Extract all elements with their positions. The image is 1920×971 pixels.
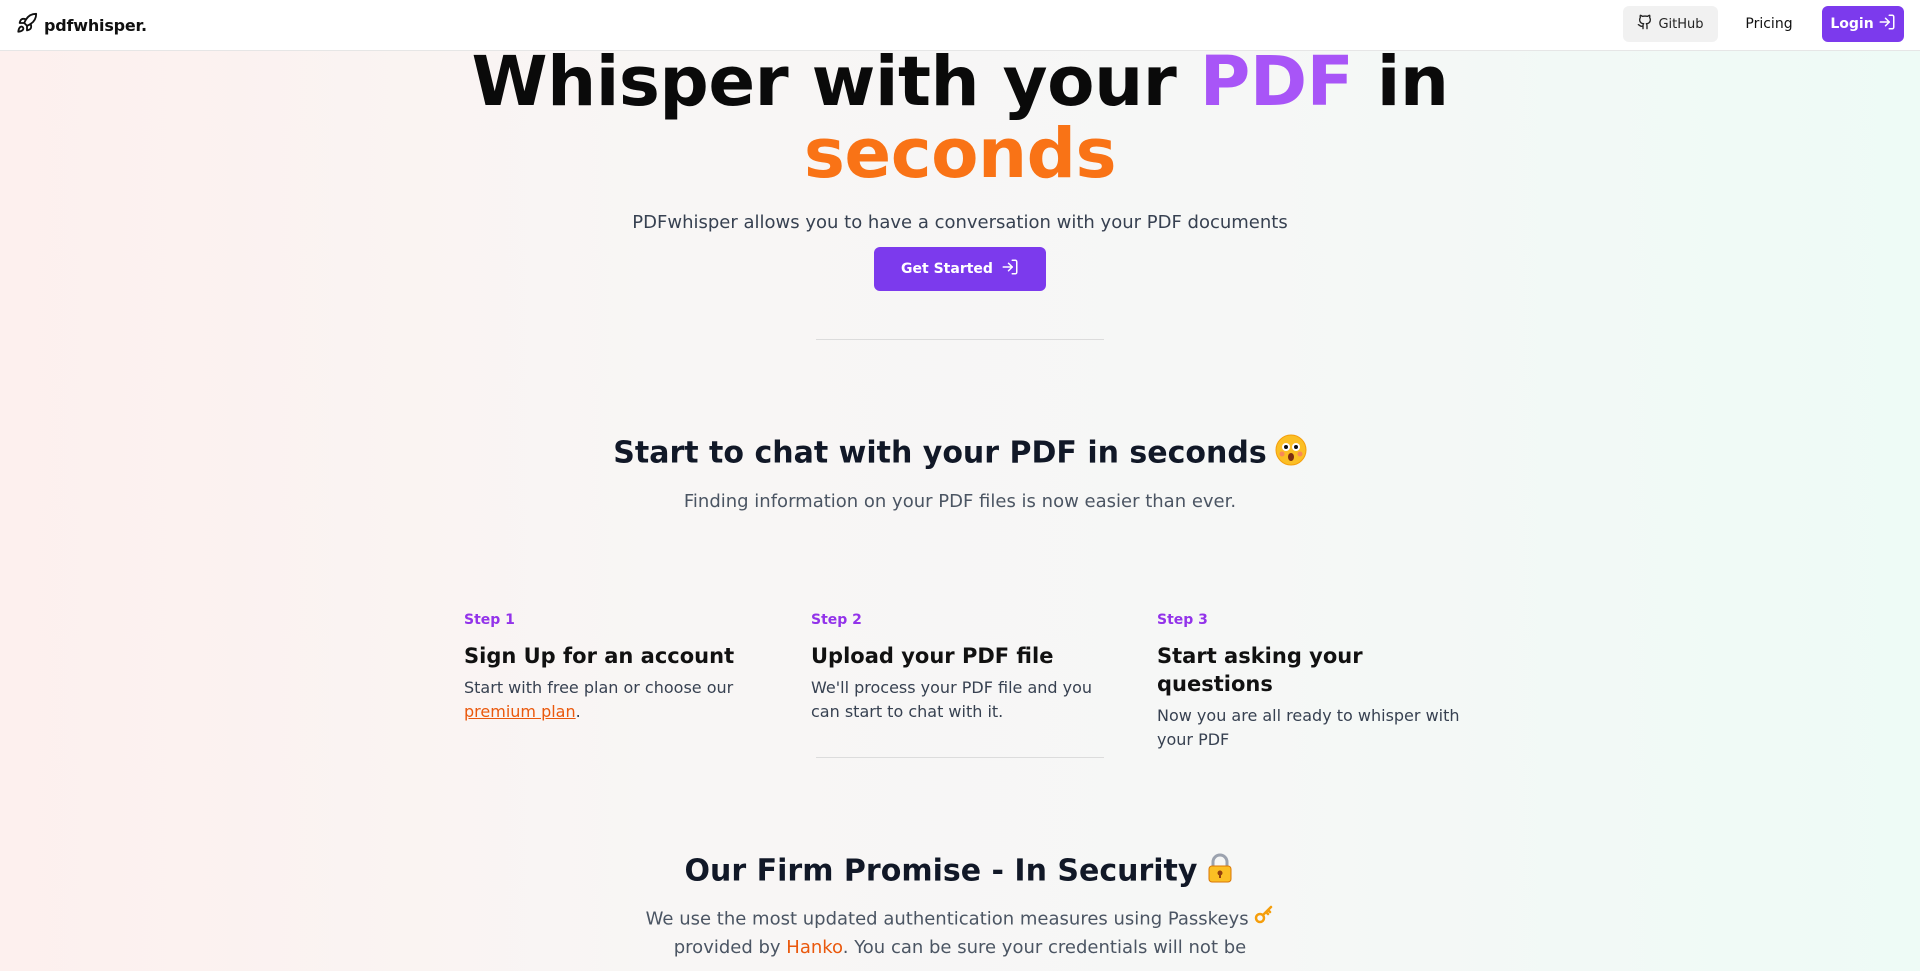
step-number: Step 3 xyxy=(1157,612,1208,628)
get-started-label: Get Started xyxy=(901,261,993,277)
step-title: Sign Up for an account xyxy=(464,644,735,668)
rocket-icon xyxy=(16,12,38,38)
step-card-1: Step 1 Sign Up for an account Start with… xyxy=(464,612,774,724)
security-section-title: Our Firm Promise - In Security xyxy=(0,852,1920,892)
section-divider xyxy=(816,339,1104,340)
security-text-1: We use the most updated authentication m… xyxy=(645,908,1249,930)
steps-section-title: Start to chat with your PDF in seconds xyxy=(0,434,1920,474)
security-text-3: . You can be sure your credentials will … xyxy=(842,937,1247,958)
step-description: We'll process your PDF file and you can … xyxy=(811,678,1093,721)
log-in-icon xyxy=(1878,13,1896,35)
security-text-2: provided by xyxy=(673,937,787,958)
step-desc-text: Start with free plan or choose our xyxy=(464,678,734,697)
security-title-text: Our Firm Promise - In Security xyxy=(684,853,1198,889)
hanko-link[interactable]: Hanko xyxy=(786,937,842,958)
get-started-button[interactable]: Get Started xyxy=(874,247,1046,291)
login-label: Login xyxy=(1830,16,1874,32)
step-card-3: Step 3 Start asking your questions Now y… xyxy=(1157,612,1467,752)
lock-icon xyxy=(1205,852,1235,892)
hero-title-seconds: seconds xyxy=(803,114,1117,194)
pricing-link[interactable]: Pricing xyxy=(1732,6,1806,42)
brand-logo-link[interactable]: pdfwhisper. xyxy=(16,12,147,38)
step-description: Start with free plan or choose our premi… xyxy=(464,676,774,724)
hero-title-pdf: PDF xyxy=(1199,42,1354,122)
hero-subtitle: PDFwhisper allows you to have a conversa… xyxy=(632,212,1288,233)
steps-section-subtitle: Finding information on your PDF files is… xyxy=(683,491,1237,512)
github-icon xyxy=(1637,14,1653,34)
premium-plan-link[interactable]: premium plan xyxy=(464,702,576,721)
security-paragraph: We use the most updated authentication m… xyxy=(620,905,1300,962)
section-divider xyxy=(816,757,1104,758)
hero-title: Whisper with your PDF in seconds xyxy=(0,46,1920,190)
step-title: Start asking your questions xyxy=(1157,644,1363,696)
arrow-right-to-line-icon xyxy=(1001,258,1019,280)
brand-name: pdfwhisper. xyxy=(44,15,147,35)
step-description: Now you are all ready to whisper with yo… xyxy=(1157,706,1460,749)
step-card-2: Step 2 Upload your PDF file We'll proces… xyxy=(811,612,1121,724)
login-button[interactable]: Login xyxy=(1822,6,1904,42)
github-label: GitHub xyxy=(1658,16,1704,32)
github-button[interactable]: GitHub xyxy=(1623,6,1718,42)
step-title: Upload your PDF file xyxy=(811,644,1054,668)
step-desc-suffix: . xyxy=(575,702,581,721)
steps-title-text: Start to chat with your PDF in seconds xyxy=(613,435,1267,471)
hero-title-part1: Whisper with your xyxy=(471,42,1200,122)
hero-title-part2: in xyxy=(1353,42,1449,122)
step-number: Step 1 xyxy=(464,612,515,628)
astonished-face-icon xyxy=(1275,434,1307,474)
key-icon xyxy=(1254,905,1274,934)
step-number: Step 2 xyxy=(811,612,862,628)
